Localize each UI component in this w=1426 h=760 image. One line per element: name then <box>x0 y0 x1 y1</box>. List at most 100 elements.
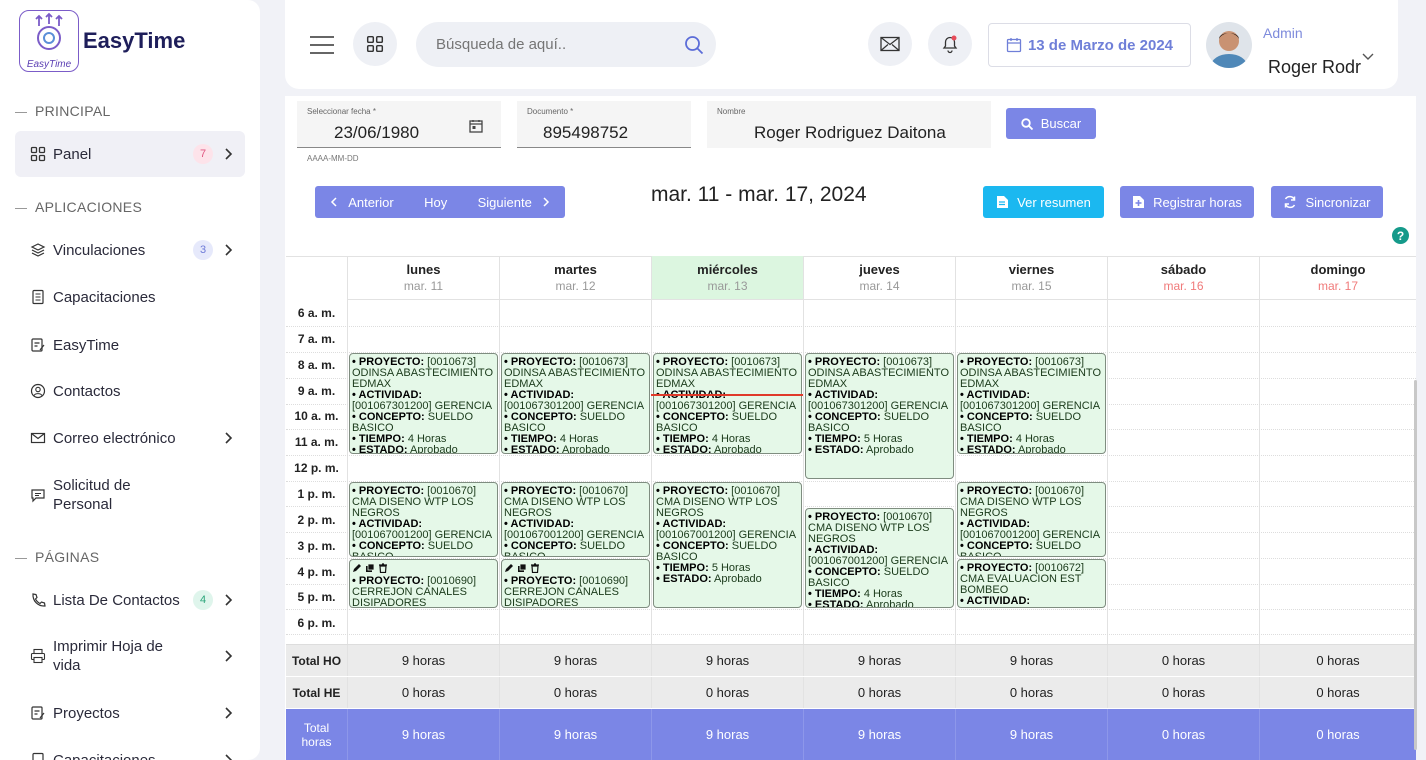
user-circle-icon <box>30 383 46 399</box>
search-icon[interactable] <box>684 35 704 55</box>
copy-icon[interactable] <box>365 563 375 573</box>
total-cell: 9 horas <box>499 645 651 676</box>
sidebar-item-easytime[interactable]: EasyTime <box>15 323 245 367</box>
date-display[interactable]: 13 de Marzo de 2024 <box>988 23 1191 67</box>
event-tools <box>352 563 495 573</box>
event-card[interactable]: • PROYECTO: [0010670] CMA DISENO WTP LOS… <box>957 482 1106 557</box>
menu-icon[interactable] <box>309 35 335 55</box>
search-bar[interactable] <box>416 22 716 67</box>
chevron-down-icon[interactable] <box>1361 52 1375 62</box>
day-header-miercoles: miércoles mar. 13 <box>651 256 803 300</box>
svg-text:?: ? <box>1397 229 1404 243</box>
chevron-right-icon <box>225 594 233 606</box>
day-header-lunes: lunes mar. 11 <box>347 256 499 300</box>
total-cell: 9 horas <box>347 709 499 760</box>
event-card[interactable]: • PROYECTO: [0010670] CMA DISENO WTP LOS… <box>349 482 498 557</box>
sidebar-item-contactos[interactable]: Contactos <box>15 369 245 413</box>
sync-button[interactable]: Sincronizar <box>1271 186 1383 218</box>
scrollbar[interactable] <box>1414 380 1417 750</box>
sidebar-item-label: Vinculaciones <box>53 241 146 259</box>
help-icon[interactable]: ? <box>1392 227 1409 244</box>
total-cell: 9 horas <box>347 645 499 676</box>
badge: 7 <box>193 144 213 164</box>
search-button[interactable]: Buscar <box>1006 108 1096 139</box>
user-name[interactable]: Roger Rodr <box>1268 57 1361 78</box>
summary-button[interactable]: Ver resumen <box>983 186 1104 218</box>
sidebar-item-panel[interactable]: Panel 7 <box>15 131 245 177</box>
sidebar-item-label: Imprimir Hoja de vida <box>53 638 164 674</box>
prev-button[interactable]: Anterior <box>330 195 394 210</box>
event-card[interactable]: • PROYECTO: [0010673] ODINSA ABASTECIMIE… <box>957 353 1106 454</box>
sync-icon <box>1285 195 1296 209</box>
event-card[interactable]: • PROYECTO: [0010673] ODINSA ABASTECIMIE… <box>501 353 650 454</box>
total-he-row: Total HE 0 horas 0 horas 0 horas 0 horas… <box>286 676 1416 708</box>
day-date: mar. 11 <box>403 279 444 293</box>
date-field[interactable]: Seleccionar fecha * 23/06/1980 <box>297 101 501 148</box>
sidebar-item-label: Contactos <box>53 382 121 400</box>
logo[interactable]: EasyTime <box>19 10 79 72</box>
document-icon <box>32 289 44 305</box>
trash-icon[interactable] <box>378 563 388 573</box>
week-nav-group: Anterior Hoy Siguiente <box>315 186 565 218</box>
copy-icon[interactable] <box>517 563 527 573</box>
event-card[interactable]: • PROYECTO: [0010670] CMA DISENO WTP LOS… <box>805 508 954 608</box>
pencil-icon[interactable] <box>504 563 514 573</box>
add-document-icon <box>1133 196 1145 208</box>
sidebar-item-lista-contactos[interactable]: Lista De Contactos 4 <box>15 578 245 622</box>
grid-icon <box>30 146 46 162</box>
event-card[interactable]: • PROYECTO: [0010670] CMA DISENO WTP LOS… <box>653 482 802 608</box>
next-button[interactable]: Siguiente <box>478 195 550 210</box>
search-input[interactable] <box>436 36 666 53</box>
today-button[interactable]: Hoy <box>424 195 447 210</box>
sidebar-item-imprimir[interactable]: Imprimir Hoja de vida <box>15 634 245 678</box>
avatar[interactable] <box>1206 22 1252 68</box>
apps-button[interactable] <box>353 22 397 66</box>
chevron-right-icon <box>225 707 233 719</box>
hour-label: 3 p. m. <box>297 539 336 553</box>
mail-button[interactable] <box>868 22 912 66</box>
hour-label: 7 a. m. <box>297 332 336 346</box>
chat-icon <box>31 489 45 503</box>
total-cell: 0 horas <box>1107 677 1259 708</box>
chevron-right-icon <box>543 197 549 207</box>
day-header-martes: martes mar. 12 <box>499 256 651 300</box>
document-icon <box>997 196 1009 208</box>
sidebar-item-vinculaciones[interactable]: Vinculaciones 3 <box>15 228 245 272</box>
event-card[interactable]: • PROYECTO: [0010672] CMA EVALUACION EST… <box>957 559 1106 608</box>
document-field[interactable]: Documento * 895498752 <box>517 101 691 148</box>
event-card[interactable]: • PROYECTO: [0010690] CERREJON CANALES D… <box>349 559 498 608</box>
main-content: Seleccionar fecha * 23/06/1980 AAAA-MM-D… <box>285 96 1416 760</box>
event-card[interactable]: • PROYECTO: [0010670] CMA DISENO WTP LOS… <box>501 482 650 557</box>
sidebar-item-capacitaciones[interactable]: Capacitaciones <box>15 275 245 319</box>
sidebar-item-solicitud[interactable]: Solicitud de Personal <box>15 473 245 517</box>
event-card[interactable]: • PROYECTO: [0010690] CERREJON CANALES D… <box>501 559 650 608</box>
total-cell: 0 horas <box>1107 645 1259 676</box>
hour-label: 8 a. m. <box>297 358 336 372</box>
section-paginas: PÁGINAS <box>15 549 99 565</box>
total-cell: 0 horas <box>1107 709 1259 760</box>
grid-icon <box>366 35 384 53</box>
document-icon <box>32 752 44 760</box>
pencil-icon[interactable] <box>352 563 362 573</box>
row-label: Total horas <box>301 720 332 749</box>
chevron-right-icon <box>225 148 233 160</box>
row-label: Total HO <box>291 653 342 668</box>
sidebar-item-correo[interactable]: Correo electrónico <box>15 416 245 460</box>
event-card[interactable]: • PROYECTO: [0010673] ODINSA ABASTECIMIE… <box>805 353 954 479</box>
badge: 4 <box>193 590 213 610</box>
register-hours-button[interactable]: Registrar horas <box>1120 186 1254 218</box>
hour-label: 11 a. m. <box>294 435 339 449</box>
sidebar-item-proyectos[interactable]: Proyectos <box>15 691 245 735</box>
sidebar-item-label: Proyectos <box>53 704 120 722</box>
total-cell: 9 horas <box>955 645 1107 676</box>
day-name: sábado <box>1160 262 1207 277</box>
event-card[interactable]: • PROYECTO: [0010673] ODINSA ABASTECIMIE… <box>349 353 498 454</box>
calendar-icon[interactable] <box>469 119 483 133</box>
notifications-button[interactable] <box>928 22 972 66</box>
search-button-label: Buscar <box>1040 116 1082 131</box>
sidebar-item-label: Capacitaciones <box>53 288 156 306</box>
event-card[interactable]: • PROYECTO: [0010673] ODINSA ABASTECIMIE… <box>653 353 802 454</box>
trash-icon[interactable] <box>530 563 540 573</box>
sidebar-item-capacitaciones-2[interactable]: Capacitaciones <box>15 738 245 760</box>
sidebar-item-label: Capacitaciones <box>53 751 156 760</box>
